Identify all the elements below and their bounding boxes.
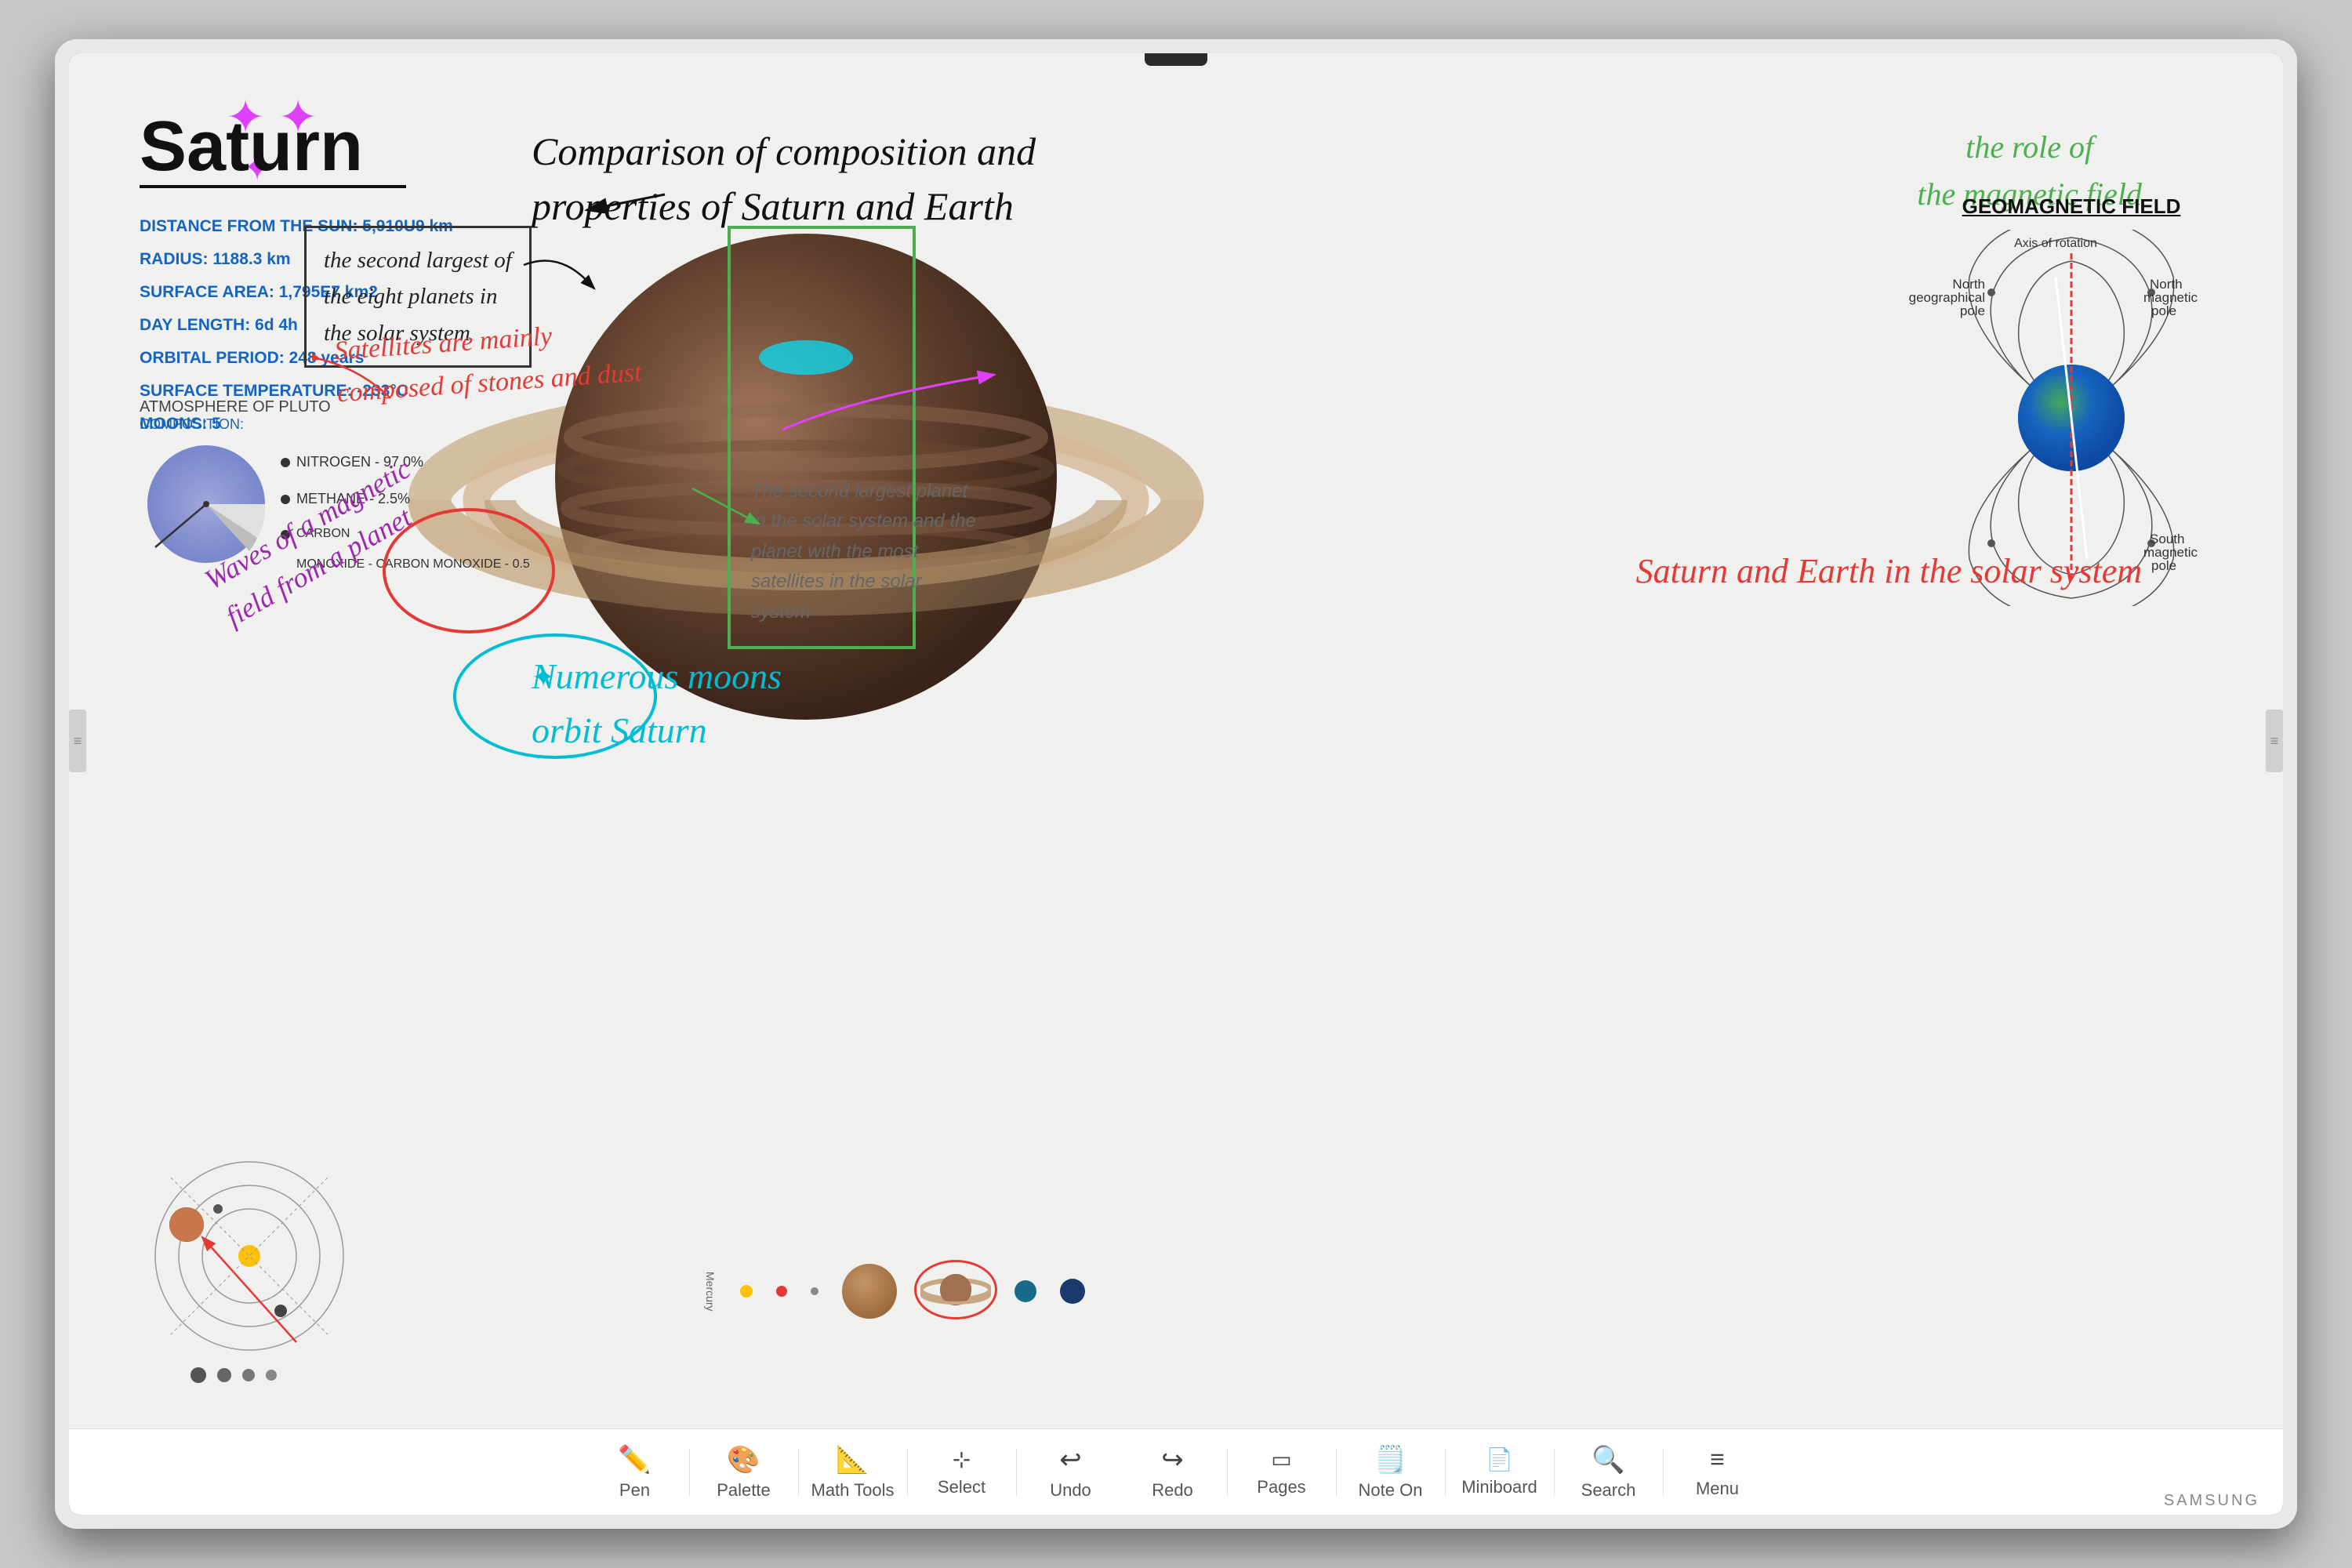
monitor: ≡ ≡ ✦ ✦✦ Saturn Comparison of compositio…: [55, 39, 2297, 1529]
svg-text:pole: pole: [2151, 558, 2176, 573]
palette-icon: 🎨: [727, 1444, 760, 1475]
note-on-label: Note On: [1359, 1480, 1423, 1501]
pages-label: Pages: [1257, 1477, 1305, 1497]
pen-icon: ✏️: [618, 1444, 651, 1475]
toolbar-divider-8: [1554, 1449, 1555, 1496]
toolbar-divider-6: [1336, 1449, 1337, 1496]
toolbar-divider-9: [1663, 1449, 1664, 1496]
svg-text:pole: pole: [2151, 303, 2176, 318]
toolbar-item-miniboard[interactable]: 📄 Miniboard: [1449, 1429, 1551, 1515]
svg-text:pole: pole: [1960, 303, 1985, 318]
toolbar-divider-1: [689, 1449, 690, 1496]
planets-row: Mercury: [704, 1264, 2244, 1319]
saturn-underline: [140, 185, 406, 188]
select-label: Select: [938, 1477, 985, 1497]
atmosphere-section: ATMOSPHERE OF PLUTO COMPOSITION:: [140, 398, 331, 439]
math-tools-label: Math Tools: [811, 1480, 895, 1501]
toolbar-item-select[interactable]: ⊹ Select: [911, 1429, 1013, 1515]
top-notch: [1145, 53, 1207, 66]
toolbar-item-pen[interactable]: ✏️ Pen: [584, 1429, 686, 1515]
menu-icon: ≡: [1710, 1445, 1725, 1474]
toolbar-item-redo[interactable]: ↪ Redo: [1122, 1429, 1224, 1515]
screen: ≡ ≡ ✦ ✦✦ Saturn Comparison of compositio…: [69, 53, 2283, 1428]
pink-arrow: [775, 351, 1010, 445]
toolbar-item-palette[interactable]: 🎨 Palette: [693, 1429, 795, 1515]
toolbar-divider-3: [907, 1449, 908, 1496]
saturn-earth-text: Saturn and Earth in the solar system: [1636, 547, 2142, 596]
undo-label: Undo: [1050, 1480, 1091, 1501]
samsung-logo: SAMSUNG: [2164, 1492, 2259, 1510]
undo-icon: ↩: [1059, 1444, 1082, 1475]
select-icon: ⊹: [953, 1446, 971, 1472]
moons-text: Numerous moons orbit Saturn: [532, 649, 782, 757]
redo-icon: ↪: [1161, 1444, 1184, 1475]
pen-label: Pen: [619, 1480, 650, 1501]
toolbar-divider-5: [1227, 1449, 1228, 1496]
toolbar: ✏️ Pen 🎨 Palette 📐 Math Tools ⊹ Select ↩: [69, 1428, 2283, 1515]
note-on-icon: 🗒️: [1374, 1444, 1406, 1475]
saturn-title: Saturn: [140, 107, 363, 187]
toolbar-divider-4: [1016, 1449, 1017, 1496]
pages-icon: ▭: [1271, 1446, 1291, 1472]
svg-text:Axis of rotation: Axis of rotation: [2014, 237, 2097, 250]
moon-dots-row: [191, 1367, 277, 1383]
toolbar-item-note-on[interactable]: 🗒️ Note On: [1340, 1429, 1442, 1515]
toolbar-item-undo[interactable]: ↩ Undo: [1020, 1429, 1122, 1515]
solar-system-diagram: [140, 1146, 359, 1366]
monitor-inner: ≡ ≡ ✦ ✦✦ Saturn Comparison of compositio…: [69, 53, 2283, 1515]
toolbar-item-pages[interactable]: ▭ Pages: [1231, 1429, 1333, 1515]
math-tools-icon: 📐: [836, 1444, 869, 1475]
miniboard-icon: 📄: [1486, 1446, 1513, 1472]
canvas-content: ✦ ✦✦ Saturn Comparison of composition an…: [69, 53, 2283, 1428]
toolbar-item-math-tools[interactable]: 📐 Math Tools: [802, 1429, 904, 1515]
toolbar-divider-2: [798, 1449, 799, 1496]
red-circle-annotation: [383, 508, 555, 633]
search-icon: 🔍: [1592, 1444, 1624, 1475]
palette-label: Palette: [717, 1480, 771, 1501]
redo-label: Redo: [1152, 1480, 1193, 1501]
second-largest-text: The second largest planet in the solar s…: [751, 477, 978, 627]
menu-label: Menu: [1696, 1479, 1739, 1499]
toolbar-item-menu[interactable]: ≡ Menu: [1667, 1429, 1769, 1515]
miniboard-label: Miniboard: [1461, 1477, 1537, 1497]
green-arrow: [688, 485, 767, 532]
search-label: Search: [1581, 1480, 1636, 1501]
toolbar-item-search[interactable]: 🔍 Search: [1558, 1429, 1660, 1515]
geo-title: GEOMAGNETIC FIELD: [1899, 194, 2244, 219]
toolbar-divider-7: [1445, 1449, 1446, 1496]
